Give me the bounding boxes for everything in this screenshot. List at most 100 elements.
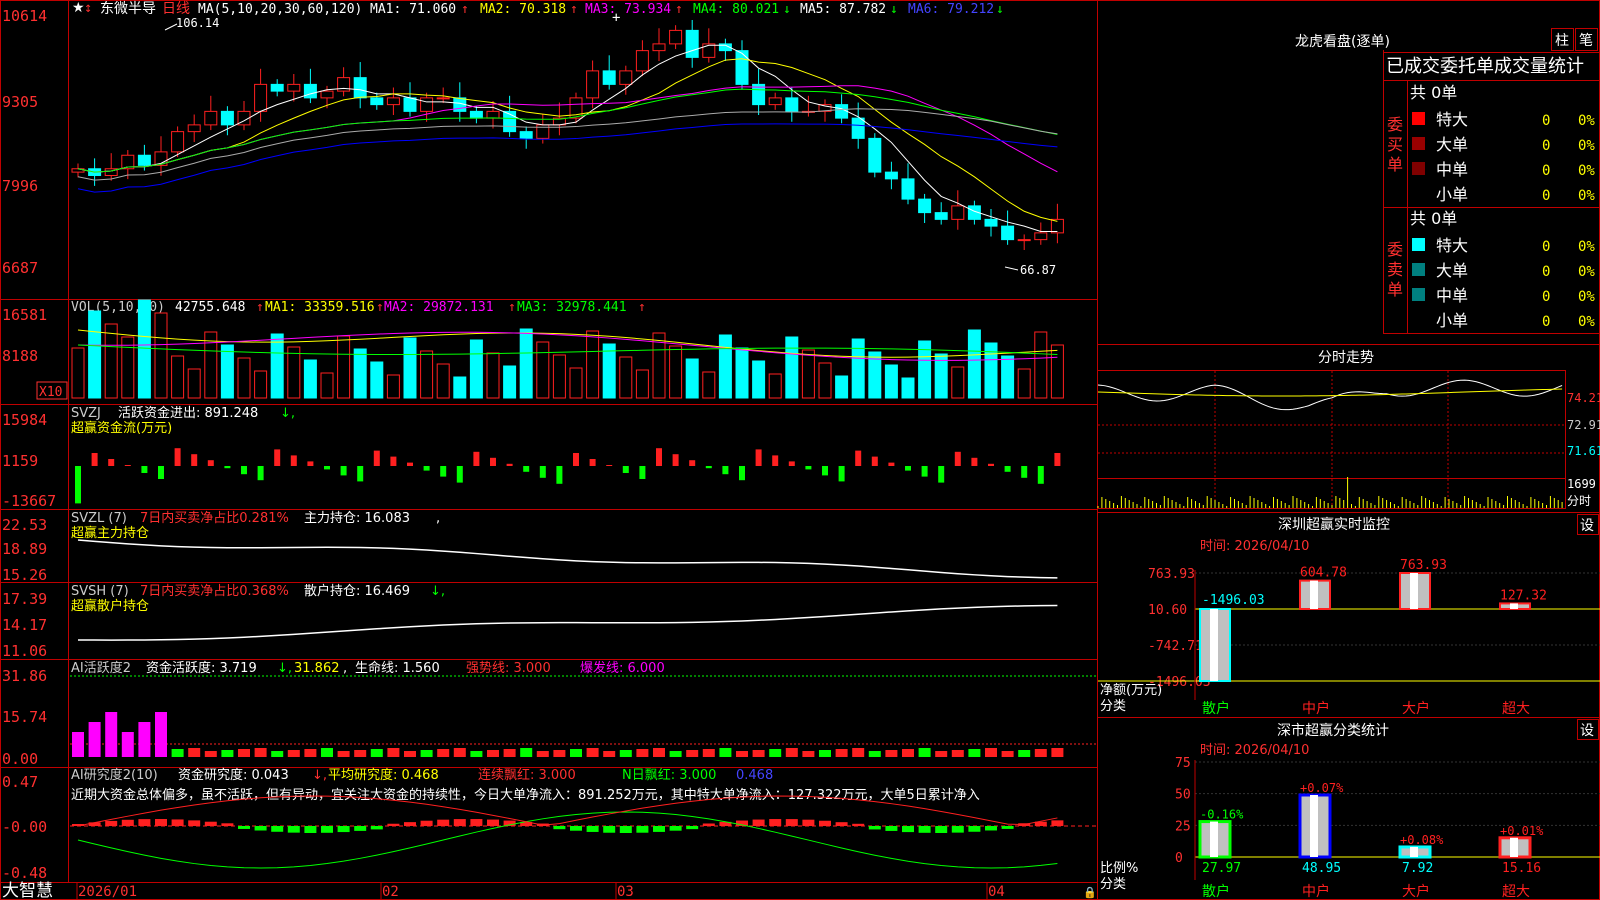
ai2r-avg: 平均研究度: 0.468 — [328, 767, 439, 783]
buy-total: 共 0单 — [1410, 83, 1457, 102]
flow-bar — [91, 453, 98, 466]
price-axis-label: 9305 — [2, 93, 38, 111]
tick-view-button[interactable]: 笔 — [1579, 33, 1593, 49]
flow-bar — [606, 465, 613, 466]
volume-bar — [801, 349, 815, 399]
research-bar — [188, 820, 201, 826]
bar-view-button[interactable]: 柱 — [1555, 33, 1569, 49]
volume-bar — [154, 312, 168, 399]
svzj-axis-label: 15984 — [2, 411, 47, 429]
class-change-label: -0.16% — [1200, 808, 1244, 822]
category-swatch — [1412, 238, 1425, 251]
activity-bar — [238, 749, 250, 757]
ma4-value: MA4: 80.021 — [693, 2, 779, 17]
candle-body — [486, 110, 500, 119]
class-value-label: 48.95 — [1302, 861, 1341, 876]
arrow-up-icon: ↑ — [638, 300, 646, 315]
volume-bar — [320, 372, 334, 399]
monitor-settings-button[interactable]: 设 — [1580, 518, 1594, 534]
class-bar-shine — [1510, 837, 1518, 857]
activity-bar — [586, 748, 599, 757]
monitor-axis-label: 10.60 — [1148, 603, 1187, 618]
research-bar — [453, 819, 466, 826]
research-bar — [1051, 820, 1064, 826]
ma-line — [77, 44, 1058, 233]
flow-bar — [191, 454, 198, 466]
flow-bar — [523, 466, 530, 472]
ai2r-axis-label: -0.48 — [2, 864, 47, 882]
fenshi-axis: 72.91 — [1567, 418, 1600, 432]
svg-text:,: , — [343, 661, 347, 676]
monitor-category-label: 大户 — [1402, 700, 1430, 717]
order-category: 中单 — [1436, 286, 1468, 305]
class-change-label: +0.01% — [1500, 824, 1544, 838]
volume-bar — [1001, 355, 1015, 399]
order-category: 小单 — [1436, 185, 1468, 204]
flow-bar — [705, 466, 712, 469]
svg-text:单: 单 — [1387, 155, 1403, 174]
monitor-axis-label: 763.93 — [1148, 567, 1195, 582]
vol-ma1: MA1: 33359.516 — [265, 300, 375, 315]
activity-bar — [985, 748, 997, 757]
order-count: 0 — [1542, 314, 1550, 330]
activity-bar — [636, 749, 649, 757]
candle-body — [204, 110, 218, 126]
period-label[interactable]: 日线 — [162, 1, 190, 17]
flow-bar — [556, 466, 563, 484]
flow-bar — [108, 459, 115, 466]
star-icon[interactable]: ★ — [72, 0, 85, 16]
order-percent: 0% — [1578, 264, 1595, 280]
class-value-label: 27.97 — [1202, 861, 1241, 876]
fenshi-label: 分时 — [1567, 494, 1591, 508]
flow-bar — [988, 463, 994, 466]
main-chart-area[interactable]: 10614 9305 7996 6687 16581 8188 15984 11… — [0, 0, 1600, 900]
flow-bar — [855, 450, 862, 466]
candle-body — [1034, 232, 1048, 241]
class-category-label: 大户 — [1402, 883, 1430, 900]
order-category: 小单 — [1436, 311, 1468, 330]
volume-bar — [71, 347, 85, 399]
svzj-axis-label: 1159 — [2, 452, 38, 470]
volume-bar — [303, 359, 317, 399]
monitor-title: 深圳超赢实时监控 — [1278, 516, 1390, 533]
candle-body — [270, 83, 284, 92]
vol-ma3: MA3: 32978.441 — [517, 300, 627, 315]
order-count: 0 — [1542, 239, 1550, 255]
flow-bar — [124, 465, 131, 466]
volume-bar — [171, 355, 185, 399]
flow-bar — [1054, 453, 1061, 466]
research-bar — [968, 826, 981, 832]
flow-bar — [589, 459, 596, 466]
activity-bar — [868, 751, 881, 757]
volume-bar — [469, 339, 483, 399]
ai2r-research: 资金研究度: 0.043 — [178, 767, 289, 783]
research-bar — [702, 823, 715, 826]
research-bar — [619, 826, 632, 833]
research-bar — [370, 826, 383, 830]
volume-bar — [386, 374, 400, 399]
flow-bar — [407, 462, 413, 466]
order-category: 大单 — [1436, 135, 1468, 154]
volume-bar — [137, 299, 151, 399]
candle-body — [901, 178, 915, 200]
activity-bar — [155, 712, 167, 757]
candle-body — [187, 124, 201, 133]
category-swatch — [1412, 112, 1425, 125]
activity-bar — [852, 748, 865, 757]
candle-body — [303, 83, 317, 99]
arrow-down-icon: ↓, — [277, 661, 292, 676]
class-ylabel: 比例% — [1100, 861, 1138, 876]
ai2r-label: AI研究度2(10) — [71, 767, 158, 783]
flow-bar — [456, 466, 463, 483]
flow-bar — [241, 466, 247, 475]
research-bar — [138, 819, 151, 826]
ai2-label: AI活跃度2 — [71, 660, 131, 676]
activity-bar — [536, 751, 549, 757]
volume-bar — [1050, 344, 1064, 399]
flow-bar — [639, 466, 646, 479]
class-settings-button[interactable]: 设 — [1580, 723, 1594, 739]
activity-bar — [669, 751, 682, 757]
volume-bar — [121, 336, 135, 399]
volume-bar — [967, 329, 981, 399]
avg-line — [1097, 388, 1563, 397]
